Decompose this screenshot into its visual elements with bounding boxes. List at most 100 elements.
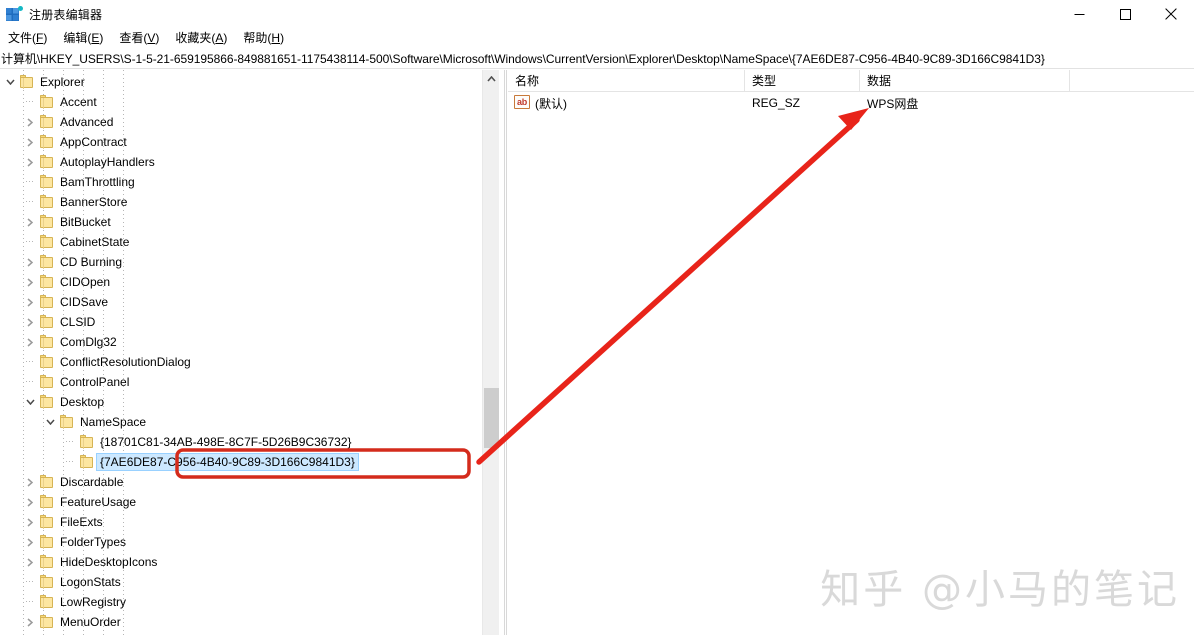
chevron-right-icon[interactable] <box>22 472 38 492</box>
content-area: Explorer Accent Advanced AppContract Autopla… <box>0 70 1194 635</box>
scrollbar-thumb[interactable] <box>484 388 499 448</box>
tree-node[interactable]: HideDesktopIcons <box>0 552 482 572</box>
tree-node-label: FeatureUsage <box>60 495 137 509</box>
close-button[interactable] <box>1148 0 1194 28</box>
chevron-right-icon[interactable] <box>22 332 38 352</box>
registry-tree[interactable]: Explorer Accent Advanced AppContract Autopla… <box>0 70 482 635</box>
tree-node[interactable]: BannerStore <box>0 192 482 212</box>
tree-node-label: {7AE6DE87-C956-4B40-9C89-3D166C9841D3} <box>96 453 359 471</box>
tree-node[interactable]: LogonStats <box>0 572 482 592</box>
tree-node[interactable]: ControlPanel <box>0 372 482 392</box>
chevron-right-icon[interactable] <box>22 492 38 512</box>
tree-node-label: FolderTypes <box>60 535 127 549</box>
chevron-right-icon[interactable] <box>22 112 38 132</box>
chevron-right-icon[interactable] <box>22 132 38 152</box>
tree-node[interactable]: CabinetState <box>0 232 482 252</box>
tree-node-label: LogonStats <box>60 575 121 589</box>
tree-node[interactable]: CIDSave <box>0 292 482 312</box>
chevron-right-icon[interactable] <box>22 532 38 552</box>
tree-node-label: HideDesktopIcons <box>60 555 158 569</box>
tree-node-label: BamThrottling <box>60 175 135 189</box>
column-header-data[interactable]: 数据 <box>860 70 1070 92</box>
tree-stub <box>22 352 38 372</box>
folder-icon <box>40 395 55 409</box>
column-header-type[interactable]: 类型 <box>745 70 860 92</box>
tree-node[interactable]: Advanced <box>0 112 482 132</box>
list-row[interactable]: ab (默认) REG_SZ WPS网盘 <box>508 92 1194 114</box>
menu-edit[interactable]: 编辑(E) <box>55 28 111 49</box>
tree-node-label: LowRegistry <box>60 595 127 609</box>
folder-icon <box>40 315 55 329</box>
menu-view[interactable]: 查看(V) <box>111 28 167 49</box>
pane-splitter[interactable] <box>504 70 507 635</box>
chevron-right-icon[interactable] <box>22 612 38 632</box>
folder-icon <box>40 475 55 489</box>
chevron-right-icon[interactable] <box>22 292 38 312</box>
tree-node-label: ComDlg32 <box>60 335 117 349</box>
chevron-right-icon[interactable] <box>22 512 38 532</box>
column-header-name[interactable]: 名称 <box>508 70 745 92</box>
chevron-right-icon[interactable] <box>22 152 38 172</box>
tree-node[interactable]: FolderTypes <box>0 532 482 552</box>
cell-data: WPS网盘 <box>867 96 919 111</box>
menu-favorites[interactable]: 收藏夹(A) <box>167 28 235 49</box>
folder-icon <box>40 155 55 169</box>
tree-node[interactable]: LowRegistry <box>0 592 482 612</box>
chevron-right-icon[interactable] <box>22 552 38 572</box>
watermark: 知乎 @小马的笔记 <box>820 567 1180 613</box>
menu-file[interactable]: 文件(F) <box>0 28 55 49</box>
tree-node-label: Discardable <box>60 475 124 489</box>
tree-node-label: CabinetState <box>60 235 130 249</box>
tree-stub <box>22 572 38 592</box>
tree-node[interactable]: ConflictResolutionDialog <box>0 352 482 372</box>
tree-node[interactable]: FeatureUsage <box>0 492 482 512</box>
menu-bar: 文件(F) 编辑(E) 查看(V) 收藏夹(A) 帮助(H) <box>0 28 1194 49</box>
tree-stub <box>22 592 38 612</box>
menu-help[interactable]: 帮助(H) <box>235 28 292 49</box>
maximize-button[interactable] <box>1102 0 1148 28</box>
tree-node[interactable]: BitBucket <box>0 212 482 232</box>
tree-node[interactable]: CLSID <box>0 312 482 332</box>
tree-node[interactable]: MenuOrder <box>0 612 482 632</box>
minimize-button[interactable] <box>1056 0 1102 28</box>
registry-values-list[interactable]: 名称 类型 数据 ab (默认) REG_SZ WPS网盘 <box>508 70 1194 635</box>
tree-stub <box>22 372 38 392</box>
tree-node-label: Explorer <box>40 75 85 89</box>
tree-node[interactable]: Desktop <box>0 392 482 412</box>
registry-editor-icon <box>6 6 23 22</box>
tree-node-label: BitBucket <box>60 215 111 229</box>
tree-node[interactable]: AppContract <box>0 132 482 152</box>
scroll-up-icon[interactable] <box>483 70 500 87</box>
folder-icon <box>40 615 55 629</box>
folder-icon <box>40 375 55 389</box>
tree-node[interactable]: AutoplayHandlers <box>0 152 482 172</box>
chevron-right-icon[interactable] <box>22 272 38 292</box>
tree-node[interactable]: CD Burning <box>0 252 482 272</box>
menu-favorites-text: 收藏夹( <box>175 31 216 45</box>
folder-icon <box>20 75 35 89</box>
chevron-down-icon[interactable] <box>42 412 58 432</box>
folder-icon <box>60 415 75 429</box>
tree-node[interactable]: Explorer <box>0 72 482 92</box>
chevron-right-icon[interactable] <box>22 212 38 232</box>
tree-node[interactable]: CIDOpen <box>0 272 482 292</box>
chevron-down-icon[interactable] <box>22 392 38 412</box>
tree-node[interactable]: {18701C81-34AB-498E-8C7F-5D26B9C36732} <box>0 432 482 452</box>
chevron-right-icon[interactable] <box>22 252 38 272</box>
tree-node-selected[interactable]: {7AE6DE87-C956-4B40-9C89-3D166C9841D3} <box>0 452 482 472</box>
tree-node[interactable]: BamThrottling <box>0 172 482 192</box>
tree-node-label: AppContract <box>60 135 127 149</box>
tree-node[interactable]: Accent <box>0 92 482 112</box>
tree-node[interactable]: NameSpace <box>0 412 482 432</box>
window-title: 注册表编辑器 <box>29 7 103 22</box>
address-bar[interactable]: 计算机\HKEY_USERS\S-1-5-21-659195866-849881… <box>0 49 1194 69</box>
folder-icon <box>40 275 55 289</box>
chevron-down-icon[interactable] <box>2 72 18 92</box>
tree-vertical-scrollbar[interactable] <box>482 70 499 635</box>
folder-icon <box>40 115 55 129</box>
tree-node[interactable]: Discardable <box>0 472 482 492</box>
tree-node[interactable]: FileExts <box>0 512 482 532</box>
chevron-right-icon[interactable] <box>22 312 38 332</box>
tree-node-label: ConflictResolutionDialog <box>60 355 191 369</box>
tree-node[interactable]: ComDlg32 <box>0 332 482 352</box>
